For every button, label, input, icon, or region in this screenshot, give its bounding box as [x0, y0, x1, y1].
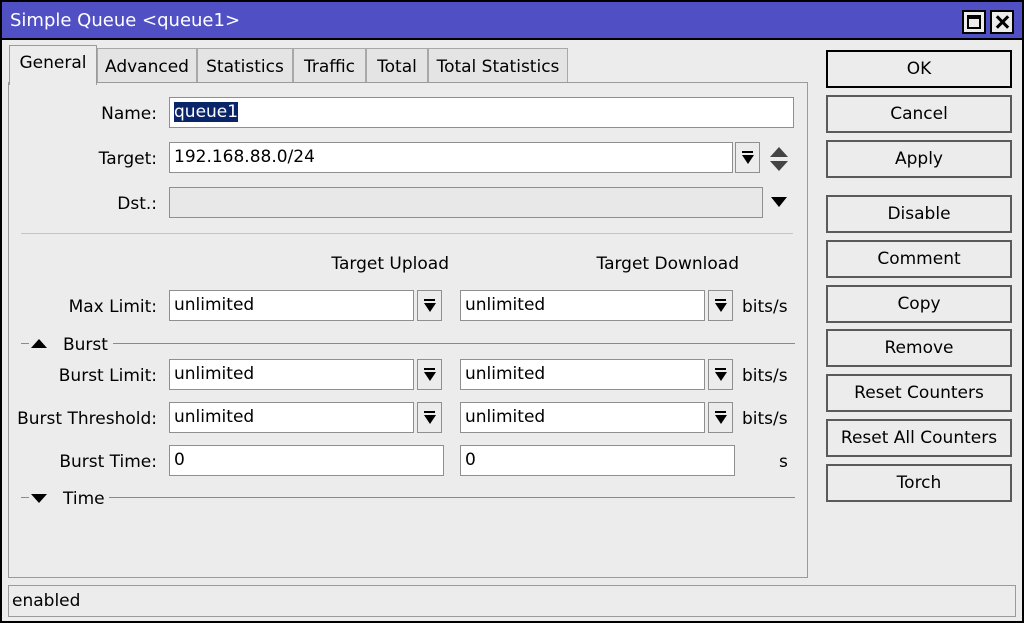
dropdown-bar-icon [424, 411, 435, 413]
dropdown-icon [715, 372, 727, 381]
burst-time-unit: s [779, 452, 788, 472]
dropdown-bar-icon [715, 368, 726, 370]
dropdown-bar-icon [742, 151, 753, 153]
apply-button[interactable]: Apply [826, 140, 1012, 178]
burst-time-label: Burst Time: [59, 452, 157, 472]
tab-general[interactable]: General [9, 45, 97, 85]
burst-threshold-label: Burst Threshold: [17, 409, 157, 429]
simple-queue-window: Simple Queue <queue1> General Advanced S… [0, 0, 1024, 623]
max-limit-download-dropdown[interactable] [708, 290, 733, 321]
tab-advanced[interactable]: Advanced [97, 48, 197, 82]
dropdown-icon [424, 372, 436, 381]
burst-time-upload-field[interactable]: 0 [169, 445, 444, 476]
target-up-down-button[interactable] [770, 147, 788, 173]
max-limit-unit: bits/s [742, 297, 788, 317]
time-section-toggle[interactable]: Time [31, 489, 107, 509]
dst-dropdown-icon[interactable] [771, 197, 787, 207]
max-limit-upload-field[interactable]: unlimited [169, 290, 414, 321]
max-limit-upload-dropdown[interactable] [417, 290, 442, 321]
dst-field[interactable] [169, 187, 763, 218]
burst-threshold-download-dropdown[interactable] [708, 402, 733, 433]
max-limit-label: Max Limit: [68, 297, 157, 317]
name-value: queue1 [174, 102, 239, 122]
target-download-header: Target Download [596, 254, 740, 274]
reset-counters-button[interactable]: Reset Counters [826, 374, 1012, 412]
arrow-down-icon [770, 161, 788, 171]
cancel-button[interactable]: Cancel [826, 95, 1012, 133]
time-line-right [109, 497, 795, 498]
tab-total[interactable]: Total [366, 48, 428, 82]
max-limit-download-field[interactable]: unlimited [460, 290, 705, 321]
tab-statistics[interactable]: Statistics [197, 48, 293, 82]
close-icon [992, 12, 1012, 32]
burst-threshold-download-field[interactable]: unlimited [460, 402, 705, 433]
target-field[interactable]: 192.168.88.0/24 [169, 142, 733, 173]
dst-label: Dst.: [117, 194, 157, 214]
target-upload-header: Target Upload [331, 254, 449, 274]
dropdown-bar-icon [715, 411, 726, 413]
maximize-icon [967, 15, 981, 29]
burst-line-left [21, 343, 29, 344]
tab-traffic[interactable]: Traffic [293, 48, 366, 82]
status-bar: enabled [8, 585, 1016, 617]
burst-limit-upload-field[interactable]: unlimited [169, 359, 414, 390]
maximize-button[interactable] [962, 10, 986, 34]
disable-button[interactable]: Disable [826, 195, 1012, 233]
burst-section-toggle[interactable]: Burst [31, 335, 111, 355]
name-label: Name: [101, 104, 157, 124]
dropdown-icon [742, 155, 754, 164]
burst-limit-label: Burst Limit: [58, 366, 157, 386]
remove-button[interactable]: Remove [826, 329, 1012, 367]
burst-line-right [113, 343, 795, 344]
separator [21, 233, 793, 234]
copy-button[interactable]: Copy [826, 285, 1012, 323]
burst-time-download-field[interactable]: 0 [460, 445, 735, 476]
status-text: enabled [12, 591, 81, 611]
time-line-left [21, 497, 29, 498]
name-field[interactable]: queue1 [169, 97, 794, 128]
burst-threshold-unit: bits/s [742, 409, 788, 429]
dropdown-bar-icon [715, 299, 726, 301]
target-dropdown-button[interactable] [735, 142, 760, 173]
dropdown-icon [715, 415, 727, 424]
ok-button[interactable]: OK [826, 50, 1012, 88]
burst-threshold-upload-dropdown[interactable] [417, 402, 442, 433]
tab-total-statistics[interactable]: Total Statistics [428, 48, 568, 82]
burst-limit-download-dropdown[interactable] [708, 359, 733, 390]
comment-button[interactable]: Comment [826, 240, 1012, 278]
target-label: Target: [98, 149, 157, 169]
burst-limit-upload-dropdown[interactable] [417, 359, 442, 390]
collapse-icon [31, 339, 47, 348]
dropdown-bar-icon [424, 299, 435, 301]
burst-section-title: Burst [63, 335, 108, 355]
dropdown-icon [715, 303, 727, 312]
arrow-up-icon [770, 147, 788, 157]
torch-button[interactable]: Torch [826, 464, 1012, 502]
title-bar[interactable]: Simple Queue <queue1> [2, 2, 1022, 40]
time-section-title: Time [63, 489, 105, 509]
burst-limit-download-field[interactable]: unlimited [460, 359, 705, 390]
general-panel: Name: queue1 Target: 192.168.88.0/24 Dst… [8, 82, 808, 578]
reset-all-counters-button[interactable]: Reset All Counters [826, 419, 1012, 457]
burst-threshold-upload-field[interactable]: unlimited [169, 402, 414, 433]
close-button[interactable] [990, 10, 1014, 34]
window-title: Simple Queue <queue1> [10, 10, 241, 31]
dropdown-icon [424, 415, 436, 424]
burst-limit-unit: bits/s [742, 366, 788, 386]
dropdown-icon [424, 303, 436, 312]
dropdown-bar-icon [424, 368, 435, 370]
expand-icon [31, 494, 47, 503]
